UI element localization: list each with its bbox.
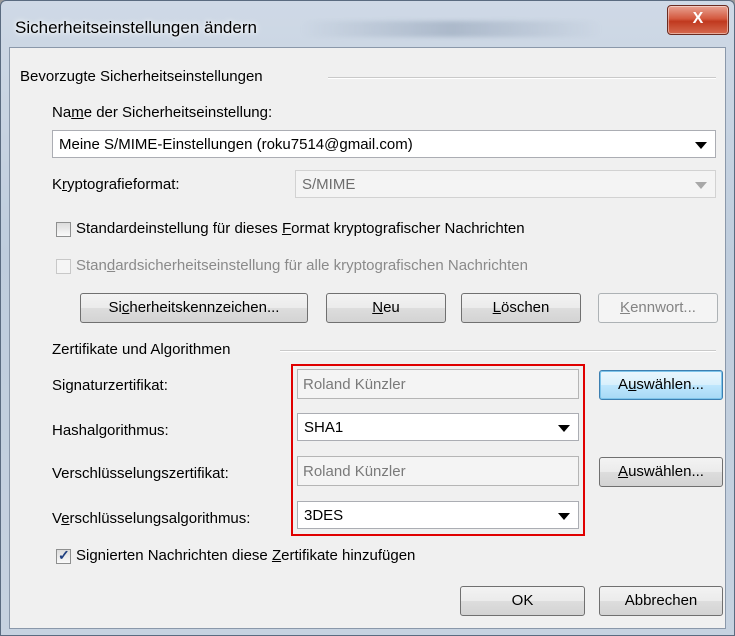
- group-preferred-label: Bevorzugte Sicherheitseinstellungen: [20, 68, 263, 85]
- signing-cert-choose-button[interactable]: Auswählen...: [599, 370, 723, 400]
- encryption-cert-choose-button[interactable]: Auswählen...: [599, 457, 723, 487]
- encryption-algorithm-label: Verschlüsselungsalgorithmus:: [52, 510, 251, 527]
- hash-algorithm-label: Hashalgorithmus:: [52, 422, 169, 439]
- ok-button[interactable]: OK: [460, 586, 585, 616]
- encryption-cert-label: Verschlüsselungszertifikat:: [52, 465, 229, 482]
- setting-name-label: Name der Sicherheitseinstellung:: [52, 104, 273, 121]
- dialog-title: Sicherheitseinstellungen ändern: [15, 18, 257, 37]
- password-button[interactable]: Kennwort...: [598, 293, 718, 323]
- new-button[interactable]: Neu: [326, 293, 446, 323]
- chevron-down-icon: [695, 142, 707, 149]
- crypto-format-label: Kryptografieformat:: [52, 176, 180, 193]
- add-certs-checkbox[interactable]: [56, 547, 71, 564]
- default-all-checkbox[interactable]: [56, 259, 71, 274]
- default-format-checkbox[interactable]: [56, 222, 71, 237]
- add-certs-label[interactable]: Signierten Nachrichten diese Zertifikate…: [76, 547, 415, 564]
- signing-cert-label: Signaturzertifikat:: [52, 377, 168, 394]
- chevron-down-icon: [695, 182, 707, 189]
- dialog-client-area: Bevorzugte Sicherheitseinstellungen Name…: [9, 47, 726, 629]
- group-certs-line: [280, 350, 716, 352]
- default-format-label[interactable]: Standardeinstellung für dieses Format kr…: [76, 220, 525, 237]
- close-button[interactable]: X: [667, 5, 729, 35]
- dialog-window: Sicherheitseinstellungen ändern X Bevorz…: [0, 0, 735, 636]
- setting-name-dropdown[interactable]: Meine S/MIME-Einstellungen (roku7514@gma…: [52, 130, 716, 158]
- crypto-format-value: S/MIME: [302, 176, 356, 193]
- title-bar[interactable]: Sicherheitseinstellungen ändern X: [1, 1, 734, 47]
- default-all-label[interactable]: Standardsicherheitseinstellung für alle …: [76, 257, 528, 274]
- crypto-format-dropdown[interactable]: S/MIME: [295, 170, 716, 198]
- group-certs-label: Zertifikate und Algorithmen: [52, 341, 231, 358]
- delete-button[interactable]: Löschen: [461, 293, 581, 323]
- title-bar-glass: [301, 21, 601, 37]
- security-labels-button[interactable]: Sicherheitskennzeichen...: [80, 293, 308, 323]
- cancel-button[interactable]: Abbrechen: [599, 586, 723, 616]
- highlight-box: [291, 364, 585, 536]
- setting-name-value: Meine S/MIME-Einstellungen (roku7514@gma…: [59, 136, 413, 153]
- group-preferred-line: [328, 77, 716, 79]
